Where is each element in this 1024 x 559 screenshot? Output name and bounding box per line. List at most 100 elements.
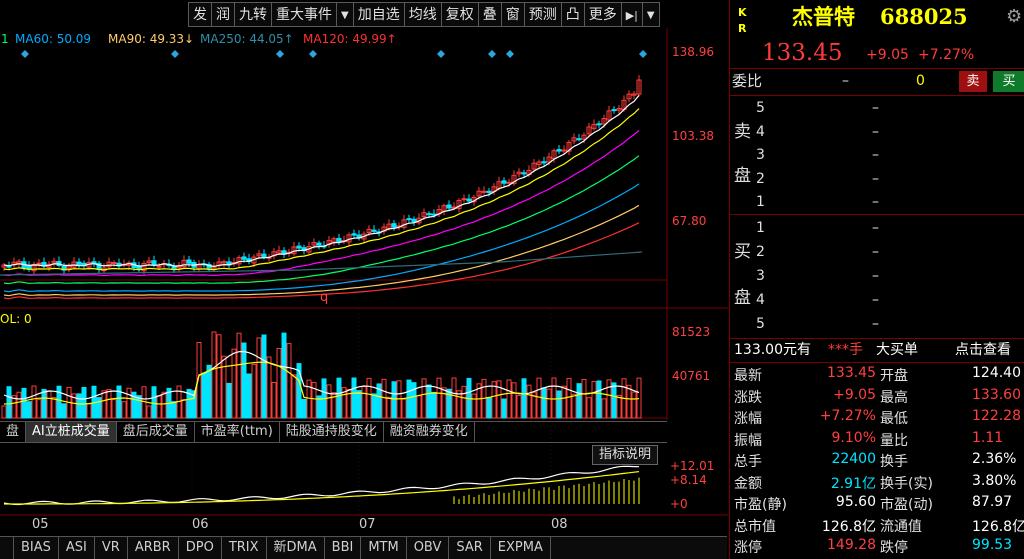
tab-connect-holdings[interactable]: 陆股通持股变化 bbox=[280, 422, 384, 442]
candle-body bbox=[391, 223, 397, 228]
price-axis-label-top: 138.96 bbox=[672, 45, 714, 59]
volume-bar bbox=[276, 348, 282, 419]
volume-bar bbox=[436, 377, 442, 419]
toolbar-menu-dropdown-icon[interactable]: ▼ bbox=[642, 2, 660, 27]
bottom-tab-vr[interactable]: VR bbox=[95, 537, 128, 559]
bottom-tab-mtm[interactable]: MTM bbox=[361, 537, 407, 559]
toolbar-major-events-button[interactable]: 重大事件 bbox=[272, 2, 337, 27]
candle-body bbox=[501, 180, 507, 184]
bottom-tab-trix[interactable]: TRIX bbox=[222, 537, 267, 559]
volume-bar bbox=[416, 395, 422, 419]
bottom-tab-new-dma[interactable]: 新DMA bbox=[267, 537, 325, 559]
toolbar-expand-icon[interactable]: ▶| bbox=[621, 2, 643, 27]
volume-bar bbox=[326, 384, 332, 419]
candle-body bbox=[486, 190, 492, 193]
tab-margin-change[interactable]: 融资融券变化 bbox=[384, 422, 475, 442]
volume-bar bbox=[596, 380, 602, 419]
bottom-tab-asi[interactable]: ASI bbox=[59, 537, 95, 559]
candle-body bbox=[521, 172, 527, 175]
event-diamond-icon bbox=[171, 50, 179, 58]
level-number: 2 bbox=[756, 170, 765, 187]
toolbar-events-dropdown-icon[interactable]: ▼ bbox=[337, 2, 354, 27]
buy-button[interactable]: 买 bbox=[993, 71, 1024, 92]
big-buy-view-link[interactable]: 点击查看 bbox=[955, 343, 1011, 357]
bottom-tab-bias[interactable]: BIAS bbox=[14, 537, 59, 559]
toolbar-ma-button[interactable]: 均线 bbox=[404, 2, 442, 27]
volume-bar bbox=[226, 382, 232, 419]
volume-bar bbox=[526, 384, 532, 419]
volume-bar bbox=[461, 385, 467, 419]
stat-row: 总手 22400 换手 2.36% bbox=[730, 448, 1024, 470]
ma120-legend: MA120: 49.99↑ bbox=[303, 32, 397, 46]
tab-pan[interactable]: 盘 bbox=[0, 422, 27, 442]
toolbar-add-watchlist-button[interactable]: 加自选 bbox=[353, 2, 405, 27]
kline-toggle-r[interactable]: R bbox=[738, 22, 746, 35]
stat-row: 市盈(静) 95.60 市盈(动) 87.97 bbox=[730, 491, 1024, 513]
bottom-tab-expma[interactable]: EXPMA bbox=[491, 537, 551, 559]
bottom-tab-sar[interactable]: SAR bbox=[449, 537, 491, 559]
bottom-tab-blank[interactable] bbox=[0, 537, 14, 559]
level-number: 1 bbox=[756, 220, 765, 236]
stat-value: +9.05 bbox=[833, 386, 876, 403]
toolbar-fa-button[interactable]: 发 bbox=[188, 2, 212, 27]
candle-body bbox=[371, 229, 377, 232]
volume-bar bbox=[381, 378, 387, 419]
stat-value: 22400 bbox=[831, 451, 876, 467]
volume-bar bbox=[221, 355, 227, 419]
candle-body bbox=[156, 265, 162, 268]
level-value: – bbox=[872, 100, 879, 116]
settings-gear-icon[interactable]: ⚙ bbox=[1006, 8, 1022, 26]
chart-toolbar: 发 润 九转 重大事件 ▼ 加自选 均线 复权 叠 窗 预测 凸 更多 ▶| ▼ bbox=[188, 2, 660, 27]
event-marker-q[interactable]: q bbox=[320, 291, 328, 304]
toolbar-window-button[interactable]: 窗 bbox=[501, 2, 525, 27]
toolbar-drawing-icon[interactable]: 凸 bbox=[561, 2, 585, 27]
level-number: 2 bbox=[756, 244, 765, 260]
toolbar-adjust-button[interactable]: 复权 bbox=[441, 2, 479, 27]
volume-bar bbox=[506, 379, 512, 419]
level-value: – bbox=[872, 170, 879, 187]
toolbar-forecast-button[interactable]: 预测 bbox=[524, 2, 562, 27]
stat-value: 2.91亿 bbox=[830, 475, 876, 492]
stat-value: 9.10% bbox=[831, 429, 876, 446]
bottom-tab-obv[interactable]: OBV bbox=[407, 537, 450, 559]
volume-bar bbox=[371, 393, 377, 419]
price-change: +9.05 bbox=[866, 47, 909, 63]
volume-bar bbox=[601, 398, 607, 419]
volume-bar bbox=[401, 398, 407, 419]
candle-body bbox=[461, 198, 467, 201]
kline-toggle-k[interactable]: K bbox=[738, 6, 747, 19]
tab-ai-volume[interactable]: AI立桩成交量 bbox=[26, 422, 117, 442]
big-buy-tag: 大买单 bbox=[876, 342, 918, 358]
stat-row: 涨跌 +9.05 最高 133.60 bbox=[730, 384, 1024, 406]
candle-body bbox=[76, 261, 82, 265]
volume-bar bbox=[161, 391, 167, 419]
volume-bar bbox=[546, 388, 552, 419]
tab-pe-ttm[interactable]: 市盈率(ttm) bbox=[195, 422, 280, 442]
stat-value: 87.97 bbox=[972, 494, 1013, 510]
stat-label: 换手 bbox=[880, 454, 908, 470]
volume-bar bbox=[581, 378, 587, 419]
divider bbox=[730, 68, 1024, 69]
sell-button[interactable]: 卖 bbox=[959, 71, 987, 92]
volume-bar bbox=[121, 401, 127, 419]
level-number: 5 bbox=[756, 100, 765, 116]
volume-bar bbox=[246, 373, 252, 419]
toolbar-run-button[interactable]: 润 bbox=[212, 2, 235, 27]
buy-level-row: 4– bbox=[730, 288, 1024, 311]
tab-after-hours-volume[interactable]: 盘后成交量 bbox=[117, 422, 195, 442]
stat-label: 涨停 bbox=[734, 540, 762, 556]
bottom-tab-bbi[interactable]: BBI bbox=[325, 537, 362, 559]
toolbar-more-button[interactable]: 更多 bbox=[584, 2, 622, 27]
indicator-axis-label-3: +0 bbox=[670, 497, 688, 511]
candle-body bbox=[406, 218, 412, 221]
toolbar-overlay-button[interactable]: 叠 bbox=[478, 2, 502, 27]
indicator-help-button[interactable]: 指标说明 bbox=[592, 445, 659, 465]
toolbar-jiuzhuan-button[interactable]: 九转 bbox=[235, 2, 272, 27]
stat-value: 133.45 bbox=[827, 365, 876, 381]
bottom-tab-dpo[interactable]: DPO bbox=[179, 537, 222, 559]
stat-label: 市盈(静) bbox=[734, 497, 787, 513]
volume-bar bbox=[421, 378, 427, 419]
bottom-tab-arbr[interactable]: ARBR bbox=[128, 537, 179, 559]
volume-bar bbox=[586, 397, 592, 419]
volume-bar bbox=[76, 393, 82, 419]
